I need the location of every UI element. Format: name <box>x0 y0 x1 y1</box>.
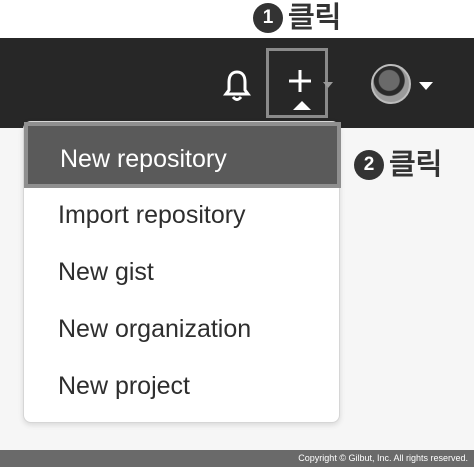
step-1-badge: 1 <box>253 3 283 33</box>
top-header <box>0 38 474 128</box>
menu-item-new-repository[interactable]: New repository <box>24 122 341 188</box>
bell-icon[interactable] <box>222 68 252 104</box>
step-2-label: 클릭 <box>389 147 443 181</box>
chevron-down-icon[interactable] <box>323 82 333 88</box>
create-new-dropdown: New repository Import repository New gis… <box>23 121 341 423</box>
menu-item-new-project[interactable]: New project <box>24 362 339 410</box>
step-1-label: 클릭 <box>288 0 342 34</box>
plus-icon[interactable] <box>287 68 313 94</box>
annotation-bar: 1 클릭 <box>0 0 474 38</box>
avatar[interactable] <box>371 64 411 104</box>
menu-item-new-organization[interactable]: New organization <box>24 305 339 353</box>
menu-item-import-repository[interactable]: Import repository <box>24 191 339 239</box>
dropdown-pointer <box>293 101 311 110</box>
copyright-footer: Copyright © Gilbut, Inc. All rights rese… <box>0 450 474 467</box>
avatar-chevron-down-icon[interactable] <box>419 82 433 90</box>
menu-item-new-gist[interactable]: New gist <box>24 248 339 296</box>
step-2-badge: 2 <box>354 150 384 180</box>
